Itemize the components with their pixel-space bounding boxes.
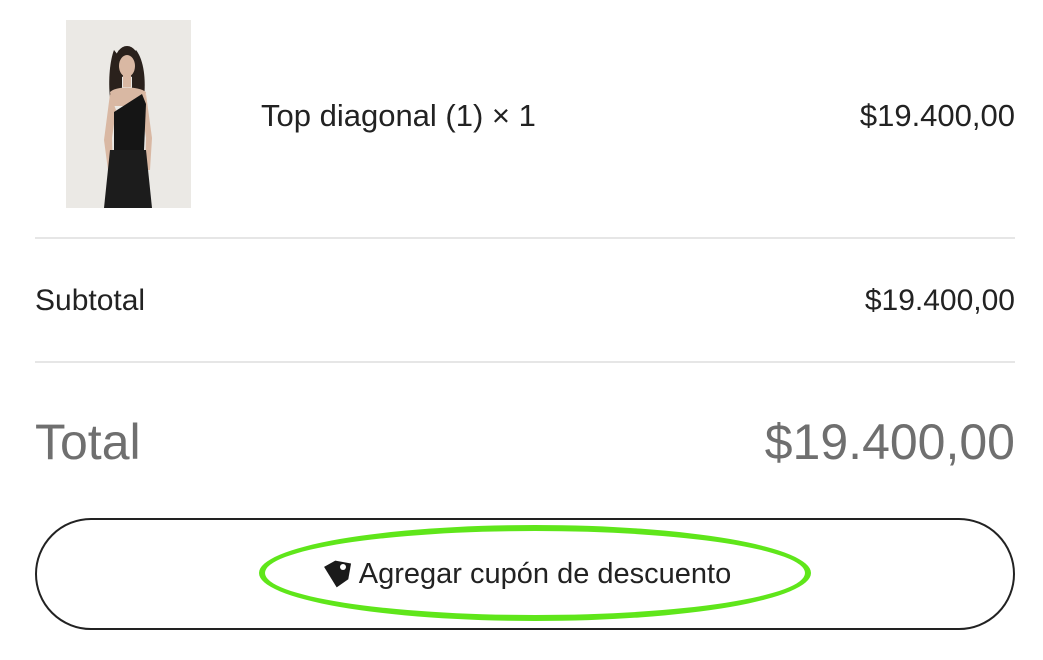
- product-price: $19.400,00: [859, 98, 1015, 133]
- total-label: Total: [35, 414, 141, 470]
- cart-summary: Top diagonal (1) × 1 $19.400,00 Subtotal…: [35, 0, 1015, 660]
- total-value: $19.400,00: [764, 414, 1015, 470]
- product-name: Top diagonal (1) × 1: [261, 98, 536, 133]
- subtotal-value: $19.400,00: [864, 284, 1015, 317]
- cart-item-row: Top diagonal (1) × 1 $19.400,00: [35, 0, 1015, 238]
- divider: [35, 361, 1015, 363]
- product-thumbnail[interactable]: [66, 20, 191, 208]
- add-coupon-button[interactable]: Agregar cupón de descuento: [35, 518, 1015, 630]
- tag-icon: [319, 559, 353, 589]
- subtotal-label: Subtotal: [35, 284, 146, 317]
- coupon-button-content: Agregar cupón de descuento: [319, 556, 731, 592]
- product-photo-icon: [66, 20, 191, 208]
- divider: [35, 237, 1015, 239]
- coupon-button-label: Agregar cupón de descuento: [358, 558, 732, 590]
